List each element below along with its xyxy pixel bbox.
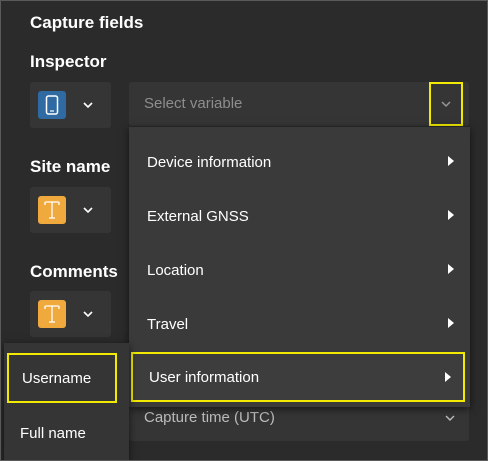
menu-item-label: Location (147, 261, 204, 279)
field-label-comments: Comments (30, 262, 118, 281)
menu-item-label: External GNSS (147, 207, 249, 225)
chevron-right-icon (448, 318, 454, 328)
variable-menu: Device information External GNSS Locatio… (129, 127, 470, 407)
field-label-inspector: Inspector (30, 52, 107, 71)
chevron-down-icon (82, 308, 94, 320)
submenu-item-username[interactable]: Username (7, 353, 117, 403)
chevron-right-icon (448, 156, 454, 166)
user-information-submenu: Username Full name (4, 343, 129, 460)
submenu-item-full-name[interactable]: Full name (4, 407, 129, 459)
menu-item-label: Travel (147, 315, 189, 333)
chevron-down-icon (441, 101, 451, 107)
capture-fields-panel: Capture fields Inspector Select variable… (0, 0, 488, 461)
menu-item-location[interactable]: Location (129, 243, 470, 297)
capture-time-select-value: Capture time (UTC) (144, 409, 275, 426)
field-label-site-name: Site name (30, 157, 111, 176)
chevron-down-icon (82, 204, 94, 216)
menu-item-user-information[interactable]: User information (131, 352, 465, 402)
menu-item-device-information[interactable]: Device information (129, 135, 470, 189)
menu-item-label: User information (149, 368, 260, 386)
submenu-item-label: Username (22, 369, 92, 387)
mobile-device-icon (38, 91, 66, 119)
site-name-type-button[interactable] (30, 187, 111, 233)
variable-select[interactable]: Select variable (129, 82, 469, 126)
text-T-icon (38, 196, 66, 224)
variable-select-placeholder: Select variable (144, 95, 243, 112)
menu-item-label: Device information (147, 153, 272, 171)
submenu-item-label: Full name (20, 424, 86, 442)
chevron-right-icon (448, 264, 454, 274)
chevron-down-icon (82, 99, 94, 111)
text-T-icon (38, 300, 66, 328)
chevron-right-icon (448, 210, 454, 220)
chevron-down-icon (445, 415, 455, 421)
panel-title: Capture fields (30, 13, 144, 32)
variable-select-toggle[interactable] (429, 82, 463, 126)
inspector-type-button[interactable] (30, 82, 111, 128)
menu-item-travel[interactable]: Travel (129, 297, 470, 351)
comments-type-button[interactable] (30, 291, 111, 337)
menu-item-external-gnss[interactable]: External GNSS (129, 189, 470, 243)
chevron-right-icon (445, 372, 451, 382)
